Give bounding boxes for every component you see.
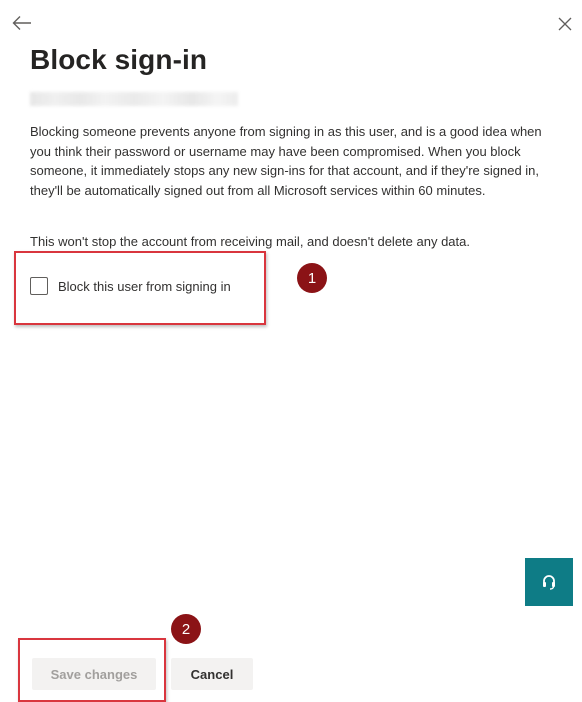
close-icon (558, 17, 572, 31)
redacted-user-name (30, 92, 238, 106)
block-description: Blocking someone prevents anyone from si… (30, 124, 542, 198)
block-user-checkbox-label[interactable]: Block this user from signing in (58, 279, 231, 294)
block-note: This won't stop the account from receivi… (30, 234, 470, 249)
headset-help-icon (543, 575, 555, 590)
back-button[interactable] (8, 10, 36, 36)
help-button[interactable] (525, 558, 573, 606)
step-marker-1: 1 (297, 263, 327, 293)
save-changes-button[interactable]: Save changes (32, 658, 156, 690)
close-button[interactable] (552, 11, 578, 37)
back-arrow-icon (12, 16, 31, 30)
step-marker-2: 2 (171, 614, 201, 644)
block-user-checkbox-row[interactable]: Block this user from signing in (30, 277, 231, 295)
cancel-button[interactable]: Cancel (171, 658, 253, 690)
block-sign-in-panel: Block sign-in Blocking someone prevents … (0, 0, 582, 702)
block-user-checkbox[interactable] (30, 277, 48, 295)
panel-title: Block sign-in (30, 44, 208, 75)
